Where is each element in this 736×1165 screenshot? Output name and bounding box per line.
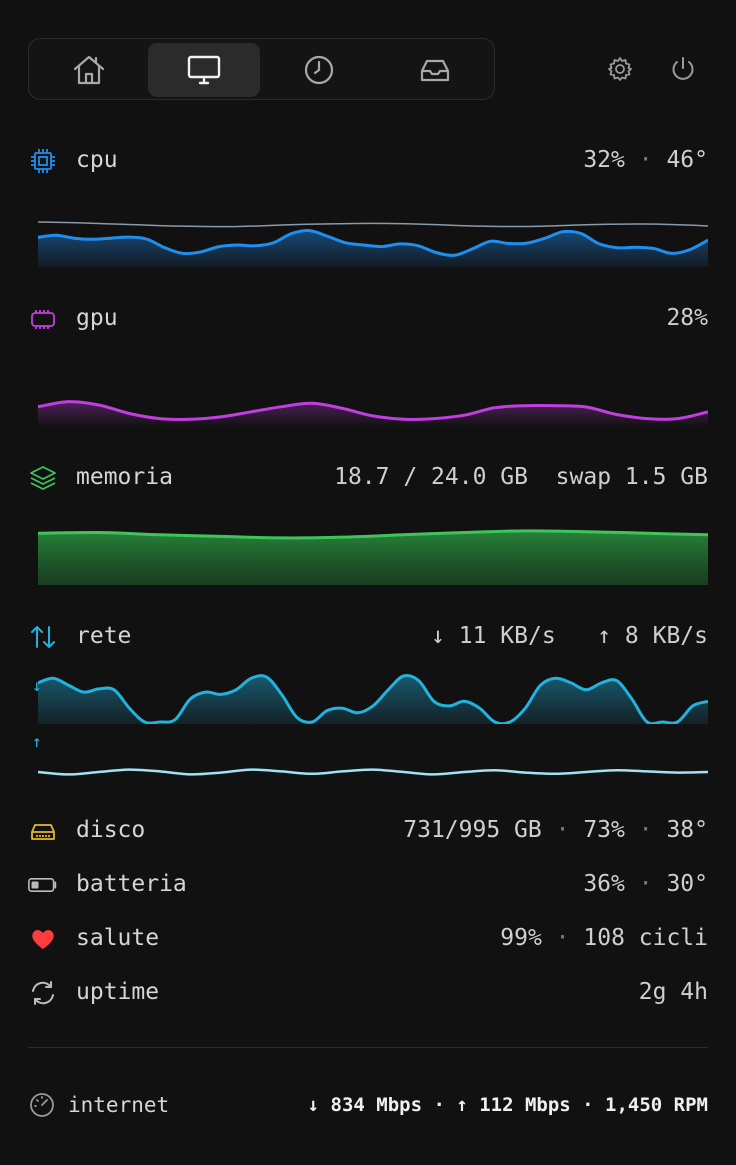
disk-icon (28, 816, 58, 846)
health-cycles: 108 cicli (583, 925, 708, 951)
memory-used: 18.7 / 24.0 GB (334, 464, 528, 490)
health-stats: 99% · 108 cicli (500, 918, 708, 958)
gpu-row: gpu 28% (28, 298, 708, 338)
network-up: ↑ 8 KB/s (597, 623, 708, 649)
tab-bar (28, 38, 495, 100)
tab-monitor[interactable] (148, 43, 260, 97)
gear-icon (608, 57, 632, 81)
disk-row: disco 731/995 GB · 73% · 38° (28, 810, 708, 850)
tab-home[interactable] (33, 43, 145, 97)
tab-history[interactable] (263, 43, 375, 97)
cpu-stats: 32% · 46° (583, 140, 708, 180)
separator-dot: · (638, 871, 653, 897)
cpu-temp: 46° (666, 147, 708, 173)
divider (28, 1047, 708, 1048)
network-row: rete ↓ 11 KB/s ↑ 8 KB/s (28, 616, 708, 656)
memory-swap: swap 1.5 GB (555, 464, 708, 490)
cpu-usage-area (38, 230, 708, 267)
uptime-value: 2g 4h (638, 979, 708, 1005)
network-up-graph (38, 768, 708, 776)
gpu-icon (28, 304, 58, 334)
refresh-icon (28, 978, 58, 1008)
settings-button[interactable] (604, 52, 636, 86)
separator-dot: · (638, 147, 653, 173)
internet-footer: internet ↓ 834 Mbps · ↑ 112 Mbps · 1,450… (28, 1085, 708, 1125)
battery-label: batteria (76, 871, 187, 897)
cpu-row: cpu 32% · 46° (28, 140, 708, 180)
tab-inbox[interactable] (379, 43, 491, 97)
inbox-icon (420, 59, 450, 82)
home-icon (73, 55, 105, 85)
clock-icon (304, 55, 334, 85)
network-label: rete (76, 623, 132, 649)
disk-value: 731/995 GB (403, 817, 542, 843)
battery-icon (28, 870, 58, 900)
network-up-line (38, 768, 708, 776)
cpu-graph (38, 221, 708, 267)
power-button[interactable] (667, 52, 699, 86)
speedometer-icon (28, 1091, 56, 1119)
separator-dot: · (555, 925, 570, 951)
memory-stats: 18.7 / 24.0 GB swap 1.5 GB (334, 457, 708, 497)
heart-icon (28, 924, 58, 954)
memory-row: memoria 18.7 / 24.0 GB swap 1.5 GB (28, 457, 708, 497)
separator-dot: · (555, 817, 570, 843)
upload-arrow-icon: ↑ (32, 732, 42, 751)
battery-percent: 36% (583, 871, 625, 897)
health-row: salute 99% · 108 cicli (28, 918, 708, 958)
internet-label: internet (68, 1093, 170, 1117)
internet-stats: ↓ 834 Mbps · ↑ 112 Mbps · 1,450 RPM (307, 1094, 708, 1116)
battery-row: batteria 36% · 30° (28, 864, 708, 904)
power-icon (672, 57, 694, 80)
chip-icon (28, 146, 58, 176)
cpu-temp-line (38, 221, 708, 228)
uptime-row: uptime 2g 4h (28, 972, 708, 1012)
battery-temp: 30° (666, 871, 708, 897)
layers-icon (28, 463, 58, 493)
health-label: salute (76, 925, 160, 951)
transfer-icon (28, 622, 58, 652)
gpu-usage: 28% (666, 305, 708, 331)
gpu-label: gpu (76, 305, 118, 331)
disk-temp: 38° (666, 817, 708, 843)
gpu-graph (38, 400, 708, 425)
separator-dot: · (638, 817, 653, 843)
monitor-icon (187, 55, 221, 85)
disk-percent: 73% (583, 817, 625, 843)
memory-usage-area (38, 530, 708, 585)
uptime-label: uptime (76, 979, 160, 1005)
network-stats: ↓ 11 KB/s ↑ 8 KB/s (431, 616, 708, 656)
disk-label: disco (76, 817, 146, 843)
memory-label: memoria (76, 464, 173, 490)
network-down-graph (38, 673, 708, 724)
cpu-usage: 32% (583, 147, 625, 173)
battery-stats: 36% · 30° (583, 864, 708, 904)
cpu-label: cpu (76, 147, 118, 173)
disk-stats: 731/995 GB · 73% · 38° (403, 810, 708, 850)
health-percent: 99% (500, 925, 542, 951)
memory-graph (38, 529, 708, 585)
network-down: ↓ 11 KB/s (431, 623, 556, 649)
